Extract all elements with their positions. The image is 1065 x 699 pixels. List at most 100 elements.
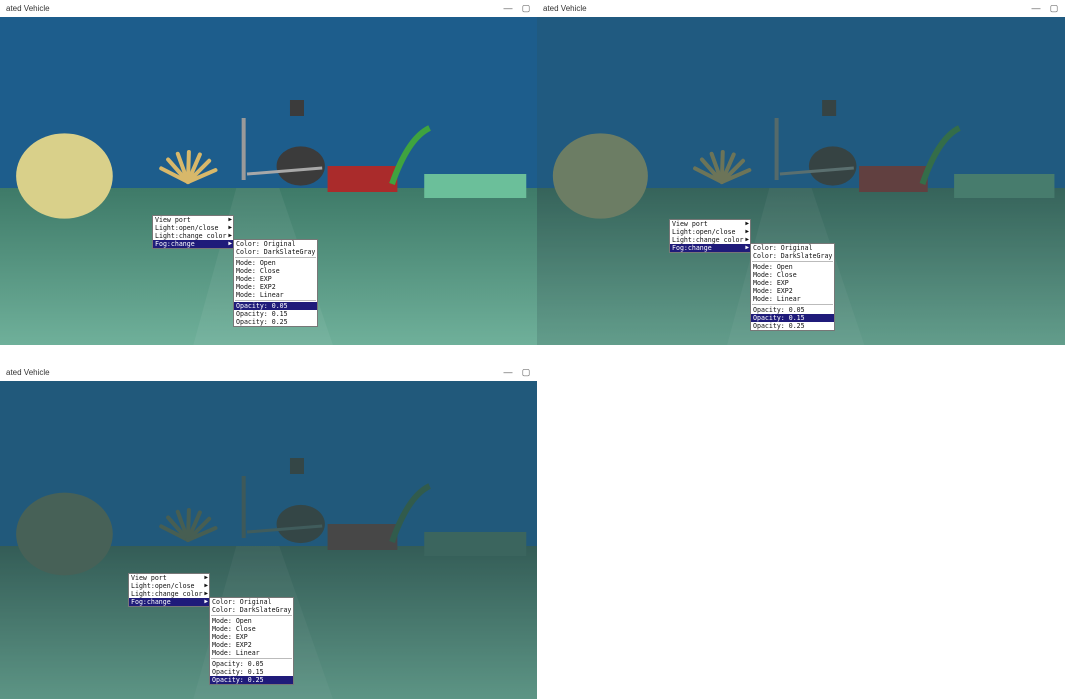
minimize-button[interactable]: —: [1029, 2, 1043, 14]
window-title: ated Vehicle: [6, 4, 50, 13]
menu-item-label: Mode: Linear: [212, 649, 260, 657]
context-menu-item[interactable]: Light:change color ▶: [670, 236, 750, 244]
restore-button[interactable]: ▢: [519, 2, 533, 14]
3d-viewport[interactable]: View port ▶ Light:open/close ▶ Light:change …: [0, 17, 537, 345]
app-window-1: ated Vehicle — ▢ View port ▶ Light:open/cl…: [0, 0, 537, 345]
3d-viewport[interactable]: View port ▶ Light:open/close ▶ Light:change …: [537, 17, 1065, 345]
fog-submenu-item[interactable]: Mode: EXP: [210, 633, 293, 641]
menu-item-label: Mode: EXP: [753, 279, 789, 287]
menu-item-label: Mode: Close: [753, 271, 797, 279]
fog-submenu-item[interactable]: Mode: Close: [234, 267, 317, 275]
fog-submenu-item[interactable]: Mode: Open: [234, 259, 317, 267]
menu-item-label: Mode: Close: [212, 625, 256, 633]
minimize-button[interactable]: —: [501, 2, 515, 14]
context-menu-item[interactable]: Fog:change ▶: [670, 244, 750, 252]
fog-submenu-item[interactable]: Color: DarkSlateGray: [234, 248, 317, 256]
context-menu-item[interactable]: Light:change color ▶: [129, 590, 209, 598]
context-menu-item[interactable]: View port ▶: [153, 216, 233, 224]
fog-submenu-item[interactable]: Color: Original: [751, 244, 834, 252]
restore-button[interactable]: ▢: [519, 366, 533, 378]
restore-button[interactable]: ▢: [1047, 2, 1061, 14]
context-menu-item[interactable]: Light:open/close ▶: [153, 224, 233, 232]
menu-item-label: Mode: Linear: [236, 291, 284, 299]
menu-item-label: Opacity: 0.25: [753, 322, 805, 330]
context-menu-item[interactable]: View port ▶: [670, 220, 750, 228]
menu-item-label: Light:change color: [672, 236, 744, 244]
fog-submenu-item[interactable]: Opacity: 0.15: [751, 314, 834, 322]
fog-submenu-item[interactable]: Mode: EXP: [234, 275, 317, 283]
fog-submenu-item[interactable]: Color: Original: [210, 598, 293, 606]
context-menu: View port ▶ Light:open/close ▶ Light:change …: [152, 215, 234, 249]
menu-item-label: Light:change color: [155, 232, 227, 240]
fog-submenu: Color: Original Color: DarkSlateGray Mode:…: [233, 239, 318, 327]
menu-separator: [235, 257, 316, 258]
minimize-button[interactable]: —: [501, 366, 515, 378]
menu-item-label: Opacity: 0.15: [236, 310, 288, 318]
menu-item-label: Opacity: 0.05: [753, 306, 805, 314]
fog-submenu-item[interactable]: Color: DarkSlateGray: [210, 606, 293, 614]
fog-submenu-item[interactable]: Mode: EXP: [751, 279, 834, 287]
menu-item-label: Mode: Open: [236, 259, 276, 267]
title-bar[interactable]: ated Vehicle — ▢: [0, 364, 537, 381]
menu-item-label: Mode: EXP2: [212, 641, 252, 649]
menu-separator: [211, 615, 292, 616]
menu-separator: [211, 658, 292, 659]
window-title: ated Vehicle: [543, 4, 587, 13]
submenu-arrow-icon: ▶: [204, 582, 208, 589]
context-menu-item[interactable]: Light:open/close ▶: [670, 228, 750, 236]
submenu-arrow-icon: ▶: [204, 590, 208, 597]
fog-submenu-item[interactable]: Mode: Linear: [234, 291, 317, 299]
menu-item-label: Opacity: 0.15: [753, 314, 805, 322]
context-menu-item[interactable]: Fog:change ▶: [153, 240, 233, 248]
menu-separator: [235, 300, 316, 301]
fog-submenu-item[interactable]: Opacity: 0.25: [210, 676, 293, 684]
fog-submenu-item[interactable]: Opacity: 0.15: [210, 668, 293, 676]
fog-submenu-item[interactable]: Mode: Linear: [751, 295, 834, 303]
context-menu-item[interactable]: Light:open/close ▶: [129, 582, 209, 590]
submenu-arrow-icon: ▶: [745, 220, 749, 227]
menu-item-label: Light:open/close: [131, 582, 195, 590]
menu-item-label: Light:open/close: [672, 228, 736, 236]
menu-item-label: Color: DarkSlateGray: [212, 606, 292, 614]
fog-submenu-item[interactable]: Mode: EXP2: [751, 287, 834, 295]
fog-submenu-item[interactable]: Opacity: 0.15: [234, 310, 317, 318]
context-menu-item[interactable]: Fog:change ▶: [129, 598, 209, 606]
menu-item-label: Fog:change: [672, 244, 712, 252]
menu-item-label: Color: DarkSlateGray: [753, 252, 833, 260]
menu-separator: [752, 304, 833, 305]
fog-submenu-item[interactable]: Mode: EXP2: [210, 641, 293, 649]
submenu-arrow-icon: ▶: [228, 216, 232, 223]
title-bar[interactable]: ated Vehicle — ▢: [537, 0, 1065, 17]
fog-submenu-item[interactable]: Color: Original: [234, 240, 317, 248]
context-menu: View port ▶ Light:open/close ▶ Light:change …: [669, 219, 751, 253]
context-menu-item[interactable]: View port ▶: [129, 574, 209, 582]
fog-submenu-item[interactable]: Opacity: 0.25: [234, 318, 317, 326]
fog-submenu-item[interactable]: Color: DarkSlateGray: [751, 252, 834, 260]
submenu-arrow-icon: ▶: [204, 574, 208, 581]
fog-submenu-item[interactable]: Mode: Close: [751, 271, 834, 279]
menu-separator: [752, 261, 833, 262]
menu-item-label: Color: DarkSlateGray: [236, 248, 316, 256]
submenu-arrow-icon: ▶: [745, 236, 749, 243]
menu-item-label: Color: Original: [753, 244, 813, 252]
menu-item-label: Mode: EXP: [212, 633, 248, 641]
fog-submenu-item[interactable]: Opacity: 0.05: [210, 660, 293, 668]
context-menu: View port ▶ Light:open/close ▶ Light:change …: [128, 573, 210, 607]
fog-submenu-item[interactable]: Mode: Open: [751, 263, 834, 271]
fog-submenu-item[interactable]: Opacity: 0.25: [751, 322, 834, 330]
title-bar[interactable]: ated Vehicle — ▢: [0, 0, 537, 17]
menu-item-label: Mode: Open: [212, 617, 252, 625]
context-menu-item[interactable]: Light:change color ▶: [153, 232, 233, 240]
submenu-arrow-icon: ▶: [228, 224, 232, 231]
menu-item-label: Light:open/close: [155, 224, 219, 232]
fog-submenu-item[interactable]: Mode: Open: [210, 617, 293, 625]
fog-submenu-item[interactable]: Mode: Close: [210, 625, 293, 633]
fog-submenu-item[interactable]: Opacity: 0.05: [234, 302, 317, 310]
fog-submenu-item[interactable]: Opacity: 0.05: [751, 306, 834, 314]
3d-viewport[interactable]: View port ▶ Light:open/close ▶ Light:change …: [0, 381, 537, 699]
menu-item-label: Mode: EXP2: [236, 283, 276, 291]
fog-submenu-item[interactable]: Mode: Linear: [210, 649, 293, 657]
submenu-arrow-icon: ▶: [228, 232, 232, 239]
fog-submenu-item[interactable]: Mode: EXP2: [234, 283, 317, 291]
menu-item-label: Light:change color: [131, 590, 203, 598]
